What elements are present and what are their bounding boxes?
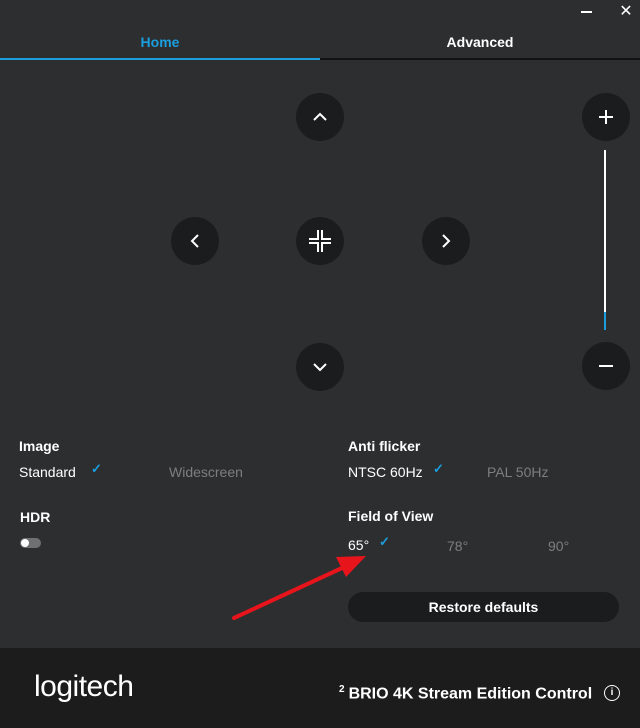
tab-bar: Home Advanced: [0, 30, 640, 60]
hdr-toggle[interactable]: [20, 538, 41, 548]
anti-flicker-label: Anti flicker: [348, 438, 421, 454]
image-option-widescreen[interactable]: Widescreen: [169, 464, 243, 480]
tab-home[interactable]: Home: [0, 30, 320, 60]
footer: logitech 2 BRIO 4K Stream Edition Control…: [0, 648, 640, 728]
minimize-icon[interactable]: [574, 2, 598, 22]
chevron-left-icon: [190, 234, 199, 248]
product-superscript: 2: [339, 684, 345, 695]
zoom-level-indicator[interactable]: [604, 312, 606, 330]
fov-option-65[interactable]: 65°: [348, 537, 369, 553]
fov-option-90[interactable]: 90°: [548, 538, 569, 554]
recenter-icon: [309, 230, 331, 252]
image-label: Image: [19, 438, 60, 454]
tilt-down-button[interactable]: [296, 343, 344, 391]
tilt-up-button[interactable]: [296, 93, 344, 141]
field-of-view-label: Field of View: [348, 508, 434, 524]
image-option-standard[interactable]: Standard: [19, 464, 76, 480]
plus-icon: [599, 110, 613, 124]
standard-check-icon: ✓: [91, 461, 102, 476]
pan-left-button[interactable]: [171, 217, 219, 265]
anti-flicker-option-ntsc[interactable]: NTSC 60Hz: [348, 464, 423, 480]
zoom-in-button[interactable]: [582, 93, 630, 141]
pan-right-button[interactable]: [422, 217, 470, 265]
tab-advanced[interactable]: Advanced: [320, 30, 640, 60]
hdr-label: HDR: [20, 509, 51, 525]
zoom-out-button[interactable]: [582, 342, 630, 390]
restore-defaults-button[interactable]: Restore defaults: [348, 592, 619, 622]
product-title: BRIO 4K Stream Edition Control: [348, 685, 593, 703]
logitech-logo: logitech: [34, 670, 134, 703]
fov-check-icon: ✓: [379, 534, 390, 549]
chevron-right-icon: [442, 234, 451, 248]
chevron-up-icon: [313, 112, 327, 121]
close-icon[interactable]: ✕: [614, 2, 638, 22]
fov-option-78[interactable]: 78°: [447, 538, 468, 554]
recenter-button[interactable]: [296, 217, 344, 265]
camera-control-window: ✕ Home Advanced Image Standard ✓ Widescr…: [0, 0, 640, 728]
zoom-slider[interactable]: [604, 150, 606, 330]
chevron-down-icon: [313, 363, 327, 372]
product-name: 2 BRIO 4K Stream Edition Control: [339, 684, 592, 703]
minus-icon: [599, 365, 613, 367]
anti-flicker-option-pal[interactable]: PAL 50Hz: [487, 464, 548, 480]
hdr-toggle-knob: [21, 539, 29, 547]
info-icon[interactable]: i: [604, 685, 620, 701]
ntsc-check-icon: ✓: [433, 461, 444, 476]
